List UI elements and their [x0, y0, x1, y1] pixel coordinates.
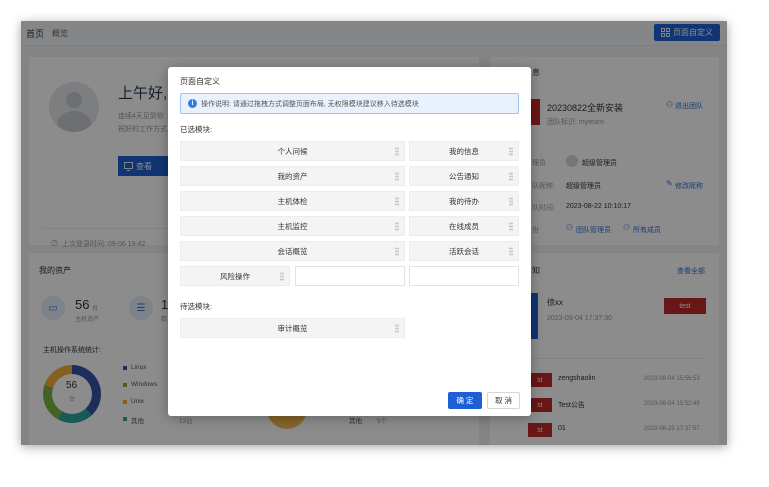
selected-modules-label: 已选模块:: [180, 125, 213, 134]
drag-handle-icon[interactable]: [509, 222, 513, 231]
module-label: 主机监控: [277, 221, 308, 231]
empty-slot[interactable]: [295, 266, 405, 286]
module-label: 活跃会话: [449, 246, 479, 256]
cancel-button[interactable]: 取 消: [487, 392, 520, 409]
drag-handle-icon[interactable]: [509, 197, 513, 206]
module-label: 我的待办: [449, 196, 479, 206]
module-label: 会话概览: [277, 246, 308, 256]
module-online-members[interactable]: 在线成员: [409, 216, 519, 236]
empty-slot[interactable]: [409, 266, 519, 286]
module-label: 个人问候: [277, 146, 308, 156]
app-window: 首页 概览 页面自定义 上午好, 连续4天见到你 祝好的工作方式 查看 ◷ 上次…: [21, 21, 727, 445]
dialog-title: 页面自定义: [180, 77, 220, 86]
module-label: 我的信息: [449, 146, 479, 156]
module-host-monitor[interactable]: 主机监控: [180, 216, 405, 236]
module-label: 我的资产: [277, 171, 308, 181]
drag-handle-icon[interactable]: [509, 247, 513, 256]
module-my-assets[interactable]: 我的资产: [180, 166, 405, 186]
drag-handle-icon[interactable]: [395, 197, 399, 206]
module-label: 主机体检: [277, 196, 308, 206]
drag-handle-icon[interactable]: [280, 272, 284, 281]
module-label: 公告通知: [449, 171, 479, 181]
module-active-sessions[interactable]: 活跃会话: [409, 241, 519, 261]
page-customize-dialog: 页面自定义 i 操作说明: 请通过拖拽方式调整页面布局, 无权限模块建议移入待选…: [168, 67, 531, 416]
drag-handle-icon[interactable]: [509, 172, 513, 181]
module-host-checkup[interactable]: 主机体检: [180, 191, 405, 211]
drag-handle-icon[interactable]: [395, 172, 399, 181]
module-session-overview[interactable]: 会话概览: [180, 241, 405, 261]
module-announcements[interactable]: 公告通知: [409, 166, 519, 186]
info-icon: i: [188, 99, 197, 108]
module-personal-greeting[interactable]: 个人问候: [180, 141, 405, 161]
drag-handle-icon[interactable]: [395, 147, 399, 156]
confirm-button[interactable]: 确 定: [448, 392, 482, 409]
drag-handle-icon[interactable]: [395, 247, 399, 256]
module-label: 风险操作: [220, 271, 250, 281]
module-label: 在线成员: [449, 221, 479, 231]
module-my-info[interactable]: 我的信息: [409, 141, 519, 161]
module-risk-operations[interactable]: 风险操作: [180, 266, 290, 286]
candidate-modules-label: 待选模块:: [180, 302, 213, 311]
module-audit-overview[interactable]: 审计概览: [180, 318, 405, 338]
drag-handle-icon[interactable]: [509, 147, 513, 156]
instruction-text: 操作说明: 请通过拖拽方式调整页面布局, 无权限模块建议移入待选模块: [201, 101, 419, 108]
drag-handle-icon[interactable]: [395, 222, 399, 231]
drag-handle-icon[interactable]: [395, 324, 399, 333]
module-label: 审计概览: [277, 323, 308, 333]
module-my-todo[interactable]: 我的待办: [409, 191, 519, 211]
instruction-banner: i 操作说明: 请通过拖拽方式调整页面布局, 无权限模块建议移入待选模块: [180, 93, 519, 114]
